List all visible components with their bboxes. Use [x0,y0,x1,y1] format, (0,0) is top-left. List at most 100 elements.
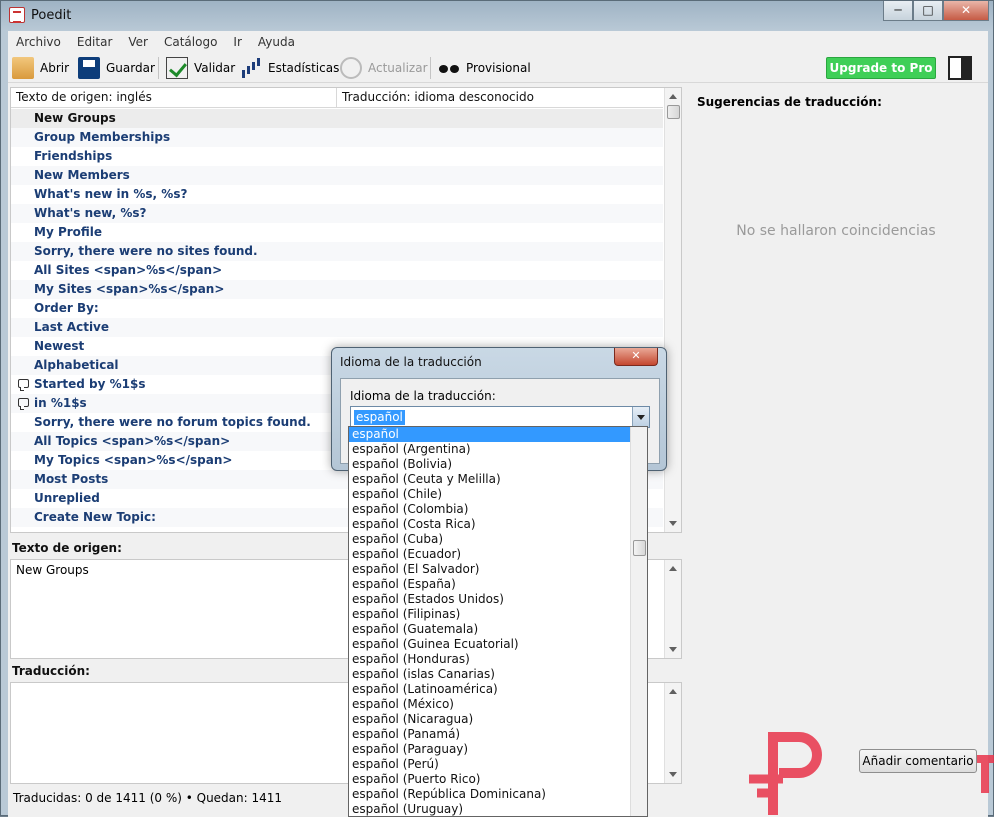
source-string: Sorry, there were no forum topics found. [34,415,311,429]
list-row[interactable]: Last Active [11,318,663,337]
scroll-up-arrow-icon[interactable] [669,689,677,694]
language-option[interactable]: español (Uruguay) [349,802,647,816]
menu-ver[interactable]: Ver [120,33,156,53]
language-option[interactable]: español (Nicaragua) [349,712,647,727]
update-label: Actualizar [368,61,428,75]
dropdown-scrollbar[interactable] [630,427,647,816]
language-option[interactable]: español (República Dominicana) [349,787,647,802]
chevron-down-icon[interactable] [632,407,649,427]
list-row[interactable]: Order By: [11,299,663,318]
language-option[interactable]: español (islas Canarias) [349,667,647,682]
menu-editar[interactable]: Editar [69,33,121,53]
minimize-button[interactable]: ─ [883,1,913,21]
source-string: New Groups [34,111,116,125]
source-string: Sorry, there were no sites found. [34,244,258,258]
dialog-close-button[interactable]: ✕ [614,348,658,366]
close-button[interactable]: ✕ [943,1,989,21]
language-option[interactable]: español (Guatemala) [349,622,647,637]
language-option[interactable]: español (Cuba) [349,532,647,547]
translation-column-header[interactable]: Traducción: idioma desconocido [337,88,534,108]
update-button[interactable]: Actualizar [340,56,428,80]
language-option[interactable]: español (Filipinas) [349,607,647,622]
source-string: My Topics <span>%s</span> [34,453,233,467]
scroll-thumb[interactable] [667,105,680,119]
language-option[interactable]: español (Colombia) [349,502,647,517]
language-combobox[interactable]: español [350,406,650,428]
menu-ir[interactable]: Ir [225,33,249,53]
statistics-button[interactable]: Estadísticas [240,56,339,80]
language-field-label: Idioma de la traducción: [350,389,496,403]
sidebar-toggle-icon[interactable] [948,56,972,80]
maximize-button[interactable]: □ [913,1,943,21]
list-row[interactable]: Sorry, there were no sites found. [11,242,663,261]
language-option[interactable]: español (México) [349,697,647,712]
language-option[interactable]: español (Ceuta y Melilla) [349,472,647,487]
list-row[interactable]: All Sites <span>%s</span> [11,261,663,280]
list-row[interactable]: New Members [11,166,663,185]
list-row[interactable]: New Groups [11,109,663,128]
menu-bar: Archivo Editar Ver Catálogo Ir Ayuda [8,33,303,53]
source-string: New Members [34,168,130,182]
list-row[interactable]: Friendships [11,147,663,166]
language-option[interactable]: español (Bolivia) [349,457,647,472]
language-dropdown-list[interactable]: español español (Argentina) español (Boliv… [348,426,648,817]
add-comment-button[interactable]: Añadir comentario [859,749,977,773]
fuzzy-button[interactable]: Provisional [438,56,531,80]
language-option[interactable]: español (El Salvador) [349,562,647,577]
source-string: Order By: [34,301,99,315]
language-option[interactable]: español (Chile) [349,487,647,502]
scroll-up-arrow-icon[interactable] [669,566,677,571]
upgrade-to-pro-button[interactable]: Upgrade to Pro [826,57,936,79]
source-column-header[interactable]: Texto de origen: inglés [11,88,337,108]
language-option[interactable]: español (Panamá) [349,727,647,742]
scroll-down-arrow-icon[interactable] [669,521,677,526]
language-option[interactable]: español (Honduras) [349,652,647,667]
source-scrollbar[interactable] [664,560,681,658]
language-option[interactable]: español (España) [349,577,647,592]
language-option[interactable]: español (Guinea Ecuatorial) [349,637,647,652]
list-row[interactable]: Group Memberships [11,128,663,147]
save-label: Guardar [106,61,155,75]
language-option[interactable]: español (Ecuador) [349,547,647,562]
source-string: My Profile [34,225,103,239]
dropdown-scroll-thumb[interactable] [633,540,646,556]
save-button[interactable]: Guardar [78,56,155,80]
source-string: in %1$s [34,396,87,410]
list-row[interactable]: My Sites <span>%s</span> [11,280,663,299]
language-option[interactable]: español (Puerto Rico) [349,772,647,787]
scroll-down-arrow-icon[interactable] [669,647,677,652]
language-option[interactable]: español (Estados Unidos) [349,592,647,607]
bar-chart-icon [240,57,262,79]
menu-archivo[interactable]: Archivo [8,33,69,53]
source-string: All Sites <span>%s</span> [34,263,223,277]
no-matches-message: No se hallaron coincidencias [736,223,936,239]
glasses-icon [438,57,460,79]
translation-scrollbar[interactable] [664,683,681,783]
scroll-up-arrow-icon[interactable] [669,94,677,99]
toolbar-separator [430,57,431,79]
language-option[interactable]: español (Argentina) [349,442,647,457]
source-string: Friendships [34,149,113,163]
source-string: All Topics <span>%s</span> [34,434,231,448]
list-row[interactable]: My Profile [11,223,663,242]
menu-catalogo[interactable]: Catálogo [156,33,225,53]
source-string: My Sites <span>%s</span> [34,282,225,296]
list-row[interactable]: What's new, %s? [11,204,663,223]
open-button[interactable]: Abrir [12,56,69,80]
source-string: Unreplied [34,491,100,505]
validate-button[interactable]: Validar [166,56,235,80]
window-controls: ─ □ ✕ [883,1,989,21]
scroll-down-arrow-icon[interactable] [669,772,677,777]
title-bar[interactable]: Poedit ─ □ ✕ [1,1,994,31]
language-option[interactable]: español [349,427,647,442]
language-option[interactable]: español (Perú) [349,757,647,772]
language-option[interactable]: español (Costa Rica) [349,517,647,532]
language-combobox-value[interactable]: español [354,410,405,425]
toolbar-separator [158,57,159,79]
fuzzy-label: Provisional [466,61,531,75]
language-option[interactable]: español (Latinoamérica) [349,682,647,697]
menu-ayuda[interactable]: Ayuda [250,33,303,53]
list-row[interactable]: What's new in %s, %s? [11,185,663,204]
source-text-label: Texto de origen: [12,541,122,555]
language-option[interactable]: español (Paraguay) [349,742,647,757]
